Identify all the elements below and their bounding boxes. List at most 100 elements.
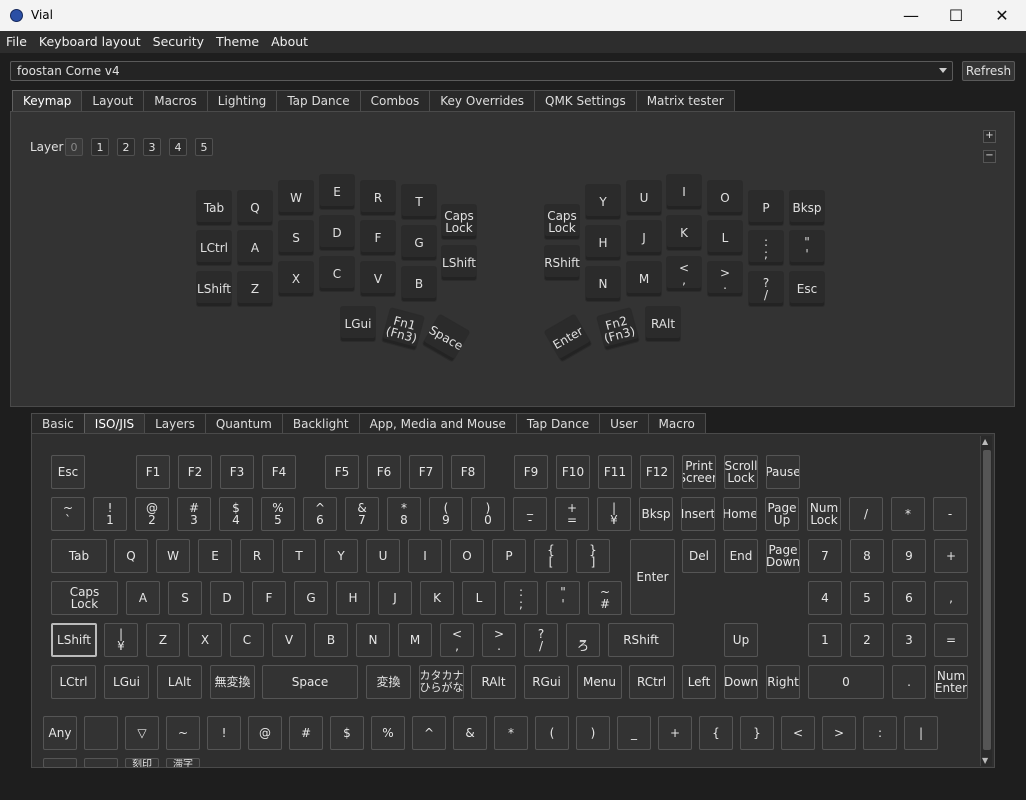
keymap-key[interactable]: N: [585, 266, 621, 302]
keycode-key[interactable]: 2: [850, 623, 884, 657]
keycode-key[interactable]: -: [933, 497, 967, 531]
keycode-key[interactable]: Print Screen: [682, 455, 716, 489]
keycode-key[interactable]: Pause: [766, 455, 800, 489]
layer-button-0[interactable]: 0: [65, 138, 83, 156]
keycode-key[interactable]: Num Lock: [807, 497, 841, 531]
keycode-key[interactable]: ! 1: [93, 497, 127, 531]
keycode-key[interactable]: P: [492, 539, 526, 573]
keymap-key[interactable]: T: [401, 184, 437, 220]
keycode-key[interactable]: RCtrl: [629, 665, 674, 699]
keymap-key[interactable]: H: [585, 225, 621, 261]
tab-key-overrides[interactable]: Key Overrides: [429, 90, 535, 111]
keycode-key[interactable]: M: [398, 623, 432, 657]
keycode-key[interactable]: ( 9: [429, 497, 463, 531]
keycode-key[interactable]: |: [904, 716, 938, 750]
keycode-key[interactable]: ~: [166, 716, 200, 750]
keycode-key[interactable]: *: [891, 497, 925, 531]
keycode-key[interactable]: ): [576, 716, 610, 750]
tab-lighting[interactable]: Lighting: [207, 90, 278, 111]
keymap-key[interactable]: " ': [789, 230, 825, 266]
keycode-key[interactable]: @ 2: [135, 497, 169, 531]
keymap-key[interactable]: > .: [707, 261, 743, 297]
layer-button-1[interactable]: 1: [91, 138, 109, 156]
keycode-key[interactable]: C: [230, 623, 264, 657]
keymap-key[interactable]: Bksp: [789, 190, 825, 226]
keycode-key[interactable]: (: [535, 716, 569, 750]
zoom-in-button[interactable]: +: [983, 130, 996, 143]
keymap-key[interactable]: L: [707, 220, 743, 256]
keycode-key[interactable]: RGui: [524, 665, 569, 699]
keycode-key[interactable]: End: [724, 539, 758, 573]
keymap-key[interactable]: < ,: [666, 256, 702, 292]
keycode-key[interactable]: 0: [808, 665, 884, 699]
keycode-key[interactable]: %: [371, 716, 405, 750]
keycode-key[interactable]: D: [210, 581, 244, 615]
keycode-key[interactable]: 無変換: [210, 665, 255, 699]
tab-basic[interactable]: Basic: [31, 413, 85, 434]
keycode-key[interactable]: 刻印: [125, 758, 159, 768]
keycode-key[interactable]: $ 4: [219, 497, 253, 531]
tab-layout[interactable]: Layout: [81, 90, 144, 111]
keycode-key[interactable]: >: [822, 716, 856, 750]
keymap-key[interactable]: X: [278, 261, 314, 297]
layer-button-4[interactable]: 4: [169, 138, 187, 156]
keycode-key[interactable]: Q: [114, 539, 148, 573]
keycode-key[interactable]: :: [863, 716, 897, 750]
menu-theme[interactable]: Theme: [210, 31, 265, 53]
keycode-key[interactable]: _: [617, 716, 651, 750]
keymap-key[interactable]: LGui: [340, 306, 376, 342]
scroll-up-icon[interactable]: ▲: [982, 437, 988, 446]
refresh-button[interactable]: Refresh: [962, 61, 1015, 81]
keycode-key[interactable]: Y: [324, 539, 358, 573]
keycode-key[interactable]: LGui: [104, 665, 149, 699]
keycode-key[interactable]: N: [356, 623, 390, 657]
menu-about[interactable]: About: [265, 31, 314, 53]
keymap-key[interactable]: K: [666, 215, 702, 251]
keycode-key[interactable]: @: [248, 716, 282, 750]
keycode-key-selected[interactable]: LShift: [51, 623, 97, 657]
tab-app-media-mouse[interactable]: App, Media and Mouse: [359, 413, 517, 434]
keycode-key[interactable]: F5: [325, 455, 359, 489]
keycode-key[interactable]: [84, 716, 118, 750]
keycode-key[interactable]: 1: [808, 623, 842, 657]
keycode-key[interactable]: T: [282, 539, 316, 573]
keycode-key[interactable]: | ¥: [104, 623, 138, 657]
keycode-key[interactable]: /: [849, 497, 883, 531]
keycode-key[interactable]: Esc: [51, 455, 85, 489]
tab-layers[interactable]: Layers: [144, 413, 206, 434]
keycode-key[interactable]: F10: [556, 455, 590, 489]
keymap-key[interactable]: Esc: [789, 271, 825, 307]
keymap-key[interactable]: M: [626, 261, 662, 297]
keycode-key[interactable]: K: [420, 581, 454, 615]
keymap-key[interactable]: Q: [237, 190, 273, 226]
tab-macros[interactable]: Macros: [143, 90, 208, 111]
keycode-key[interactable]: Right: [766, 665, 800, 699]
keycode-key[interactable]: F9: [514, 455, 548, 489]
keycode-key[interactable]: X: [188, 623, 222, 657]
keycode-key[interactable]: +: [934, 539, 968, 573]
keycode-key[interactable]: ~ `: [51, 497, 85, 531]
keycode-key[interactable]: Insert: [681, 497, 715, 531]
layer-button-3[interactable]: 3: [143, 138, 161, 156]
scroll-down-icon[interactable]: ▼: [982, 756, 988, 765]
keycode-key[interactable]: }: [740, 716, 774, 750]
keycode-key[interactable]: [84, 758, 118, 768]
keycode-key[interactable]: G: [294, 581, 328, 615]
keycode-key[interactable]: *: [494, 716, 528, 750]
keycode-key[interactable]: O: [450, 539, 484, 573]
keycode-key[interactable]: _ -: [513, 497, 547, 531]
keycode-key[interactable]: <: [781, 716, 815, 750]
keycode-key[interactable]: F3: [220, 455, 254, 489]
tab-quantum[interactable]: Quantum: [205, 413, 283, 434]
keycode-key[interactable]: $: [330, 716, 364, 750]
tab-iso-jis[interactable]: ISO/JIS: [84, 413, 145, 434]
keymap-key[interactable]: D: [319, 215, 355, 251]
keycode-key[interactable]: 7: [808, 539, 842, 573]
keymap-key[interactable]: LShift: [196, 271, 232, 307]
keycode-key[interactable]: < ,: [440, 623, 474, 657]
keycode-key[interactable]: 6: [892, 581, 926, 615]
keycode-key[interactable]: } ]: [576, 539, 610, 573]
tab-keymap[interactable]: Keymap: [12, 90, 82, 111]
keycode-key[interactable]: RAlt: [471, 665, 516, 699]
keycode-key[interactable]: { [: [534, 539, 568, 573]
